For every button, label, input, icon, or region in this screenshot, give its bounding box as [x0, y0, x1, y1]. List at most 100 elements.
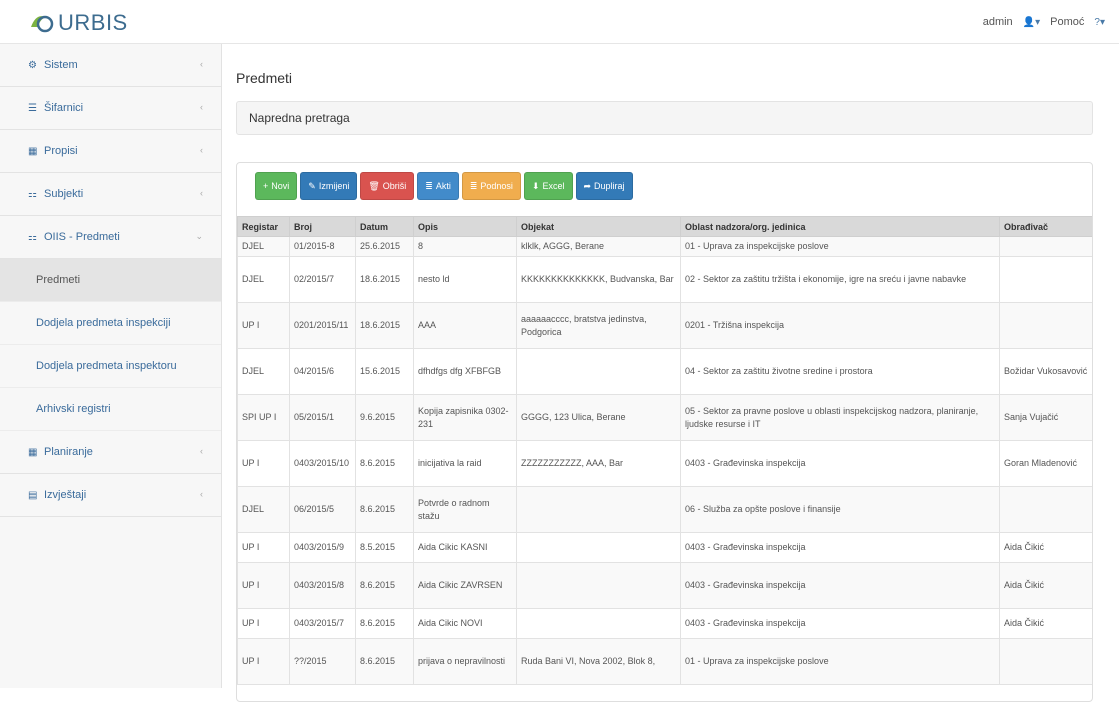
- delete-button[interactable]: 🗑 Obriši: [360, 172, 415, 200]
- user-menu[interactable]: admin: [983, 16, 1013, 28]
- sidebar-subitem-label: Dodjela predmeta inspektoru: [36, 360, 177, 372]
- table-cell: nesto ld: [413, 256, 517, 303]
- help-icon[interactable]: ?▾: [1094, 17, 1105, 28]
- table-cell: 01/2015-8: [289, 236, 356, 257]
- table-cell: [516, 532, 681, 563]
- table-cell: 06 - Služba za opšte poslove i finansije: [680, 486, 1000, 533]
- table-cell: 0403 - Građevinska inspekcija: [680, 562, 1000, 609]
- table-cell: 25.6.2015: [355, 236, 414, 257]
- table-cell: Sanja Vujačić: [999, 394, 1092, 441]
- brand-logo[interactable]: URBIS: [28, 10, 128, 36]
- column-header[interactable]: Broj: [289, 216, 356, 237]
- table-cell: 0403 - Građevinska inspekcija: [680, 532, 1000, 563]
- sidebar-subitem-dodjela-inspekciji[interactable]: Dodjela predmeta inspekciji: [0, 302, 221, 345]
- sidebar-item-planiranje[interactable]: ▦ Planiranje ‹: [0, 431, 221, 474]
- brand-name: URBIS: [58, 10, 128, 35]
- table-cell: Aida Čikić: [999, 532, 1092, 563]
- column-header[interactable]: Obrađivač: [999, 216, 1092, 237]
- table-cell: [999, 302, 1092, 349]
- table-row[interactable]: UP I 0403/2015/10 8.6.2015 inicijativa l…: [237, 440, 1092, 487]
- button-label: Excel: [542, 181, 565, 191]
- table-row[interactable]: DJEL 01/2015-8 25.6.2015 8 klklk, AGGG, …: [237, 236, 1092, 257]
- table-cell: 8: [413, 236, 517, 257]
- table-cell: 0403/2015/9: [289, 532, 356, 563]
- table-cell: 8.6.2015: [355, 638, 414, 685]
- table-cell: 02/2015/7: [289, 256, 356, 303]
- sidebar-item-label: Šifarnici: [44, 102, 84, 114]
- table-row[interactable]: DJEL 02/2015/7 18.6.2015 nesto ld KKKKKK…: [237, 256, 1092, 303]
- sidebar-subitem-arhivski-registri[interactable]: Arhivski registri: [0, 388, 221, 431]
- duplicate-button[interactable]: ➦ Dupliraj: [575, 172, 633, 200]
- table-cell: 01 - Uprava za inspekcijske poslove: [680, 638, 1000, 685]
- sidebar-item-subjekti[interactable]: ⚏ Subjekti ‹: [0, 173, 221, 216]
- table-cell: ??/2015: [289, 638, 356, 685]
- acts-button[interactable]: ≣ Akti: [417, 172, 459, 200]
- chevron-left-icon: ‹: [200, 188, 203, 198]
- help-menu[interactable]: Pomoć: [1050, 16, 1084, 28]
- edit-button[interactable]: ✎ Izmijeni: [300, 172, 358, 200]
- table-cell: UP I: [237, 608, 290, 639]
- table-row[interactable]: DJEL 06/2015/5 8.6.2015 Potvrde o radnom…: [237, 486, 1092, 533]
- chevron-left-icon: ‹: [200, 59, 203, 69]
- sidebar-item-label: Sistem: [44, 59, 78, 71]
- table-cell: Aida Cikic KASNI: [413, 532, 517, 563]
- column-header[interactable]: Datum: [355, 216, 414, 237]
- table-cell: Kopija zapisnika 0302-231: [413, 394, 517, 441]
- sidebar-subitem-predmeti[interactable]: Predmeti: [0, 259, 221, 302]
- table-row[interactable]: UP I 0403/2015/7 8.6.2015 Aida Cikic NOV…: [237, 608, 1092, 639]
- submissions-button[interactable]: ≣ Podnosi: [461, 172, 521, 200]
- table-row[interactable]: UP I ??/2015 8.6.2015 prijava o nepravil…: [237, 638, 1092, 685]
- excel-button[interactable]: ⬇ Excel: [523, 172, 573, 200]
- sidebar-subitem-dodjela-inspektoru[interactable]: Dodjela predmeta inspektoru: [0, 345, 221, 388]
- table-cell: 18.6.2015: [355, 302, 414, 349]
- table-cell: 04/2015/6: [289, 348, 356, 395]
- urbis-logo-icon: [31, 15, 54, 33]
- toolbar: + Novi ✎ Izmijeni 🗑 Obriši ≣ Akti ≣ Podn…: [255, 172, 633, 200]
- table-cell: Božidar Vukosavović: [999, 348, 1092, 395]
- sidebar-item-sifarnici[interactable]: ☰ Šifarnici ‹: [0, 87, 221, 130]
- table-cell: 05 - Sektor za pravne poslove u oblasti …: [680, 394, 1000, 441]
- list-icon: ≣: [425, 180, 433, 191]
- table-cell: dfhdfgs dfg XFBFGB: [413, 348, 517, 395]
- table-row[interactable]: DJEL 04/2015/6 15.6.2015 dfhdfgs dfg XFB…: [237, 348, 1092, 395]
- table-cell: 01 - Uprava za inspekcijske poslove: [680, 236, 1000, 257]
- new-button[interactable]: + Novi: [255, 172, 298, 200]
- table-cell: UP I: [237, 532, 290, 563]
- table-cell: ZZZZZZZZZZZ, AAA, Bar: [516, 440, 681, 487]
- list-icon: ≣: [469, 180, 478, 191]
- table-cell: aaaaaacccc, bratstva jedinstva, Podgoric…: [516, 302, 681, 349]
- sidebar-item-propisi[interactable]: ▦ Propisi ‹: [0, 130, 221, 173]
- column-header[interactable]: Registar: [237, 216, 290, 237]
- table-cell: 04 - Sektor za zaštitu životne sredine i…: [680, 348, 1000, 395]
- table-cell: 0403/2015/10: [289, 440, 356, 487]
- sitemap-icon: ⚏: [28, 231, 37, 243]
- table-row[interactable]: UP I 0403/2015/8 8.6.2015 Aida Cikic ZAV…: [237, 562, 1092, 609]
- top-nav-links: admin 👤▾ Pomoć ?▾: [983, 16, 1105, 28]
- sidebar-item-izvjestaji[interactable]: ▤ Izvještaji ‹: [0, 474, 221, 517]
- advanced-search-panel[interactable]: Napredna pretraga: [236, 101, 1093, 135]
- sidebar-item-label: Planiranje: [44, 446, 93, 458]
- user-icon[interactable]: 👤▾: [1023, 17, 1040, 28]
- chevron-left-icon: ‹: [200, 145, 203, 155]
- table-cell: [999, 256, 1092, 303]
- column-header[interactable]: Opis: [413, 216, 517, 237]
- table-cell: 0403/2015/7: [289, 608, 356, 639]
- table-row[interactable]: UP I 0403/2015/9 8.5.2015 Aida Cikic KAS…: [237, 532, 1092, 563]
- table-cell: KKKKKKKKKKKKKK, Budvanska, Bar: [516, 256, 681, 303]
- table-cell: [516, 486, 681, 533]
- column-header[interactable]: Objekat: [516, 216, 681, 237]
- share-icon: ➦: [583, 180, 592, 191]
- table-row[interactable]: SPI UP I 05/2015/1 9.6.2015 Kopija zapis…: [237, 394, 1092, 441]
- table-cell: 0403/2015/8: [289, 562, 356, 609]
- gear-icon: ⚙: [28, 59, 37, 71]
- button-label: Akti: [435, 181, 451, 191]
- column-header[interactable]: Oblast nadzora/org. jedinica: [680, 216, 1000, 237]
- table-cell: inicijativa la raid: [413, 440, 517, 487]
- sidebar-item-sistem[interactable]: ⚙ Sistem ‹: [0, 44, 221, 87]
- table-cell: 8.6.2015: [355, 562, 414, 609]
- main-content: Predmeti Napredna pretraga + Novi ✎ Izmi…: [222, 44, 1119, 702]
- sidebar-item-oiis-predmeti[interactable]: ⚏ OIIS - Predmeti ⌄: [0, 216, 221, 259]
- sitemap-icon: ⚏: [28, 188, 37, 200]
- table-row[interactable]: UP I 0201/2015/11 18.6.2015 AAA aaaaaacc…: [237, 302, 1092, 349]
- grid-icon: ▦: [28, 145, 38, 157]
